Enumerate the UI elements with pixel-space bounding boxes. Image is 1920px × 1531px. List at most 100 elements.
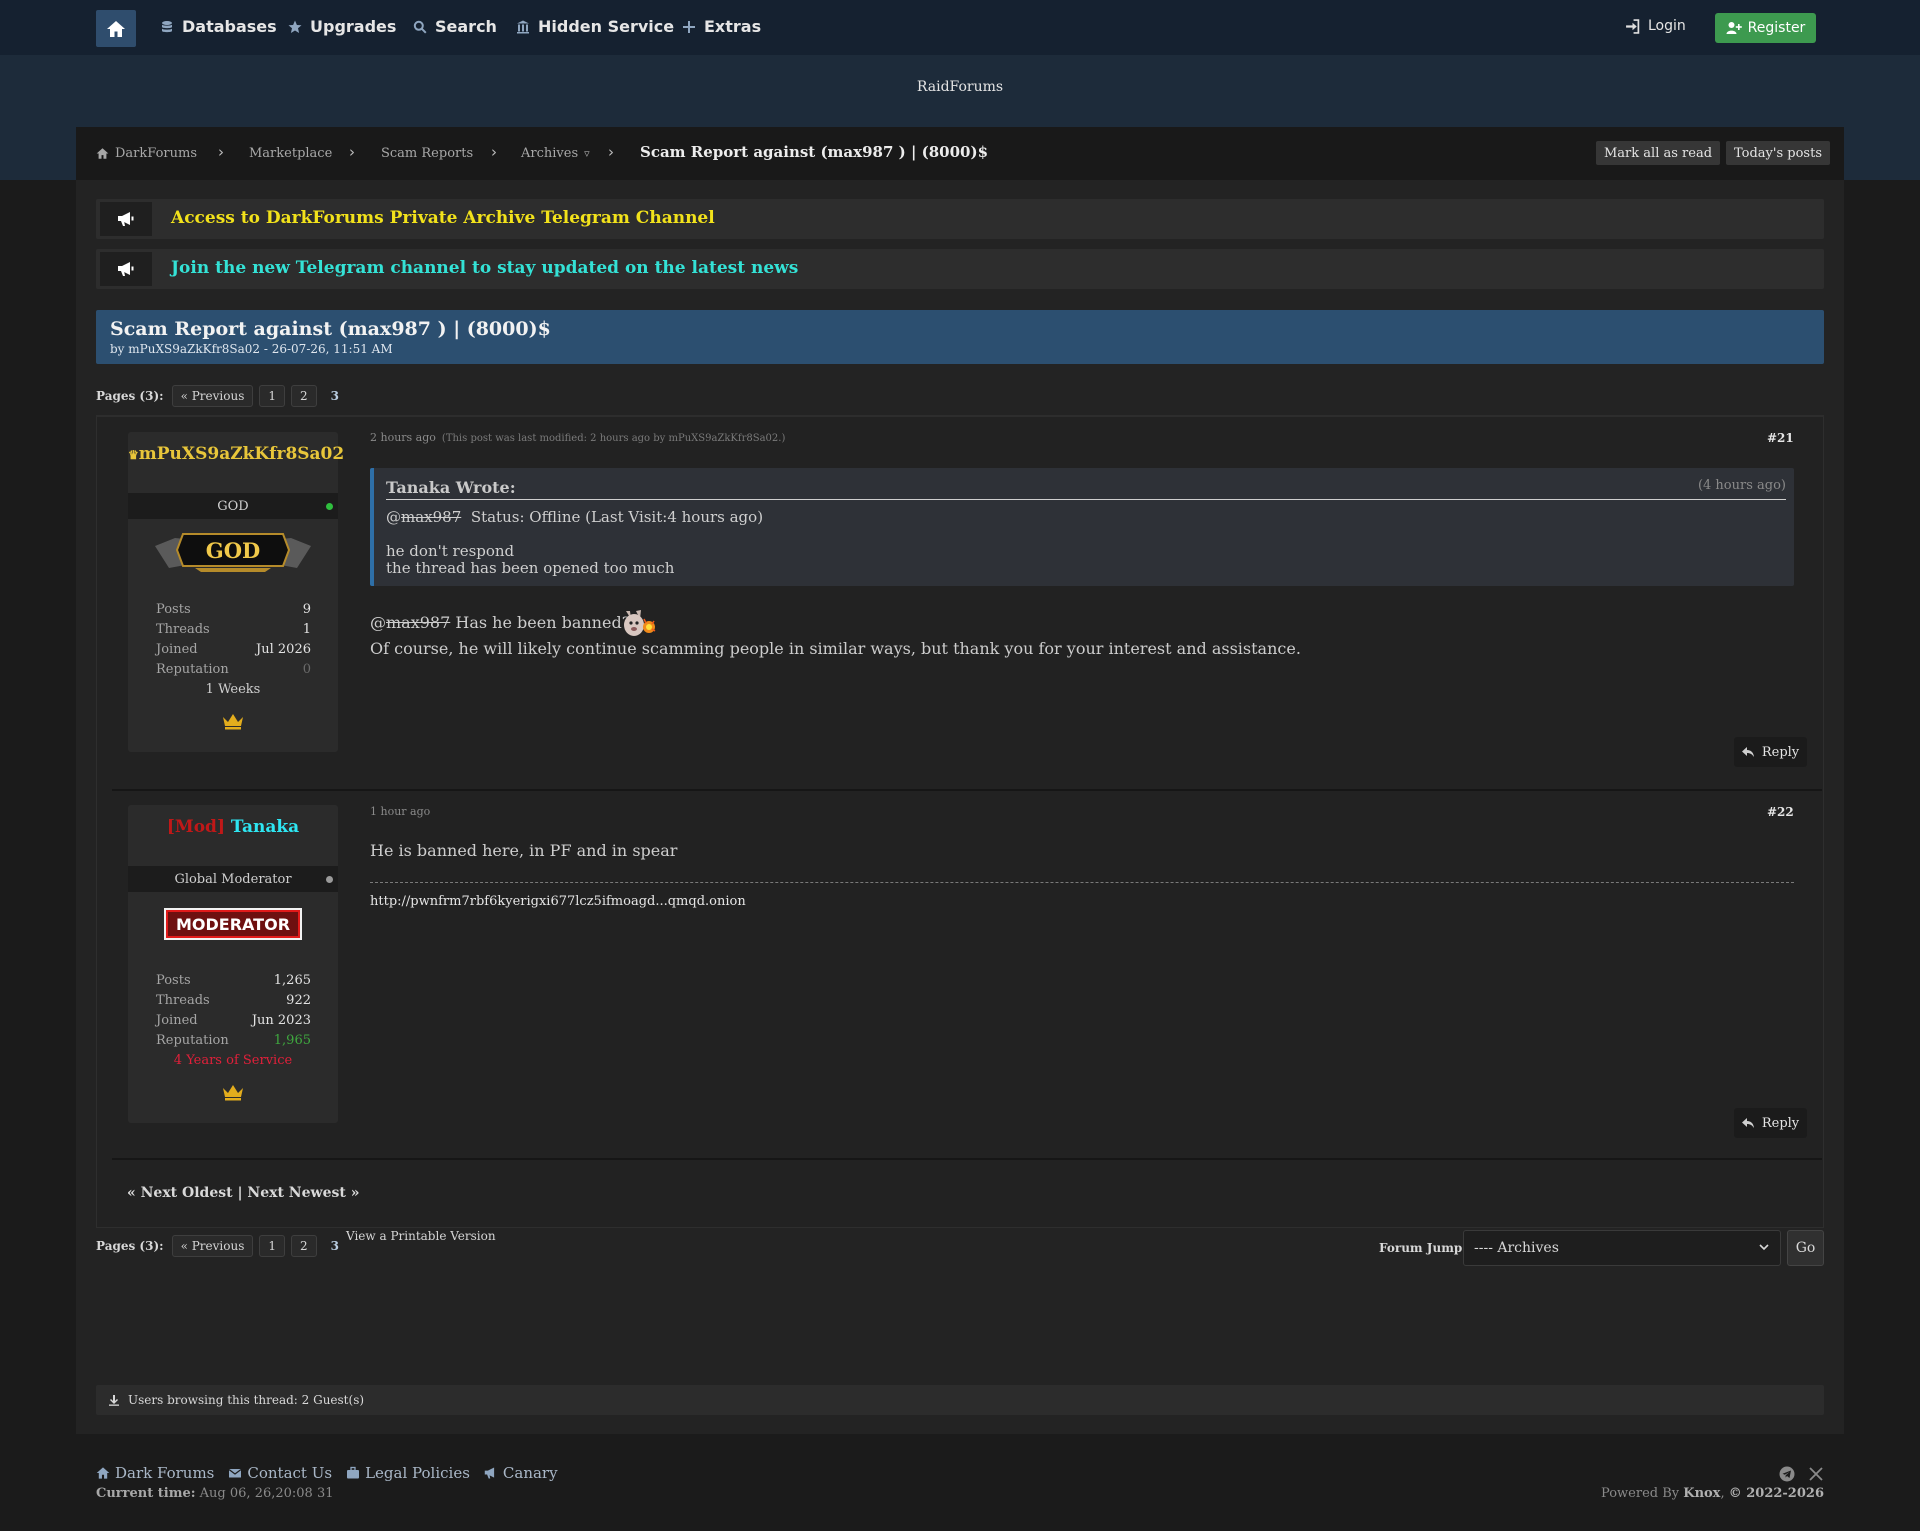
post-divider (112, 789, 1822, 791)
previous-page-button[interactable]: « Previous (171, 1235, 254, 1257)
database-icon (162, 20, 172, 32)
crown-icon: ♛ (128, 448, 139, 462)
signature-link[interactable]: http://pwnfrm7rbf6kyerigxi677lcz5ifmoagd… (370, 894, 746, 909)
home-icon (96, 1467, 110, 1479)
star-icon (288, 20, 302, 33)
thread-navigation-links[interactable]: « Next Oldest | Next Newest » (127, 1185, 359, 1201)
building-icon (517, 20, 529, 33)
top-navbar: Databases Upgrades Search Hidden Service… (0, 0, 1920, 55)
register-button[interactable]: Register (1715, 13, 1816, 43)
stat-threads: Threads 922 (156, 993, 311, 1008)
plus-icon (683, 20, 695, 33)
nav-hidden-service[interactable]: Hidden Service (516, 17, 674, 36)
author-tenure: 4 Years of Service (173, 1053, 293, 1068)
go-button[interactable]: Go (1787, 1230, 1824, 1266)
post-timestamp: 1 hour ago (370, 805, 431, 818)
page-2-button[interactable]: 2 (291, 385, 317, 407)
reply-button[interactable]: Reply (1734, 737, 1807, 767)
previous-page-button[interactable]: « Previous (171, 385, 254, 407)
nav-databases[interactable]: Databases (160, 17, 277, 36)
stat-threads: Threads 1 (156, 622, 311, 637)
quote-text-line: he don't respond (386, 542, 515, 560)
briefcase-icon (347, 1466, 360, 1479)
breadcrumb-item-darkforums[interactable]: DarkForums (96, 146, 197, 161)
mark-all-read-button[interactable]: Mark all as read (1596, 141, 1721, 165)
telegram-icon[interactable] (1779, 1466, 1795, 1482)
quote-author: Tanaka Wrote: (386, 478, 516, 497)
dropdown-caret-icon[interactable]: ▿ (584, 147, 590, 160)
quote-mention-line: @max987 Status: Offline (Last Visit:4 ho… (386, 508, 764, 526)
announcement-text[interactable]: Access to DarkForums Private Archive Tel… (171, 208, 715, 228)
x-twitter-icon[interactable] (1808, 1466, 1824, 1482)
author-username[interactable]: ♛mPuXS9aZkKfr8Sa02 (128, 444, 344, 464)
post-modified-note: (This post was last modified: 2 hours ag… (441, 433, 786, 444)
pagination-top: Pages (3): « Previous 1 2 3 (96, 385, 347, 407)
nav-extras[interactable]: Extras (682, 17, 761, 36)
reply-button[interactable]: Reply (1734, 1108, 1807, 1138)
login-link[interactable]: Login (1625, 18, 1686, 34)
footer-link-canary[interactable]: Canary (484, 1464, 558, 1482)
announcement-telegram-archive[interactable]: Access to DarkForums Private Archive Tel… (96, 199, 1824, 239)
envelope-icon (229, 1469, 242, 1478)
stat-joined: Joined Jul 2026 (156, 642, 311, 657)
breadcrumb-label: Archives (521, 146, 579, 161)
page-1-button[interactable]: 1 (259, 385, 286, 407)
quote-block: Tanaka Wrote: (4 hours ago) @max987 Stat… (370, 468, 1794, 586)
signature-divider (370, 882, 1794, 883)
current-time: Current time: Aug 06, 26,20:08 31 (96, 1486, 334, 1501)
chevron-right-icon: › (491, 143, 497, 161)
author-username[interactable]: [Mod] Tanaka (128, 817, 338, 837)
moderator-rank-badge: MODERATOR (164, 908, 302, 940)
page-3-current: 3 (330, 1239, 340, 1253)
footer-link-contact-us[interactable]: Contact Us (228, 1464, 332, 1482)
crown-icon (223, 1085, 243, 1101)
nav-upgrades[interactable]: Upgrades (288, 17, 396, 36)
rank-badge-text: GOD (206, 538, 260, 563)
author-profile-card: [Mod] Tanaka Global Moderator MODERATOR … (128, 805, 338, 1123)
page-3-current: 3 (330, 389, 340, 403)
mention-link[interactable]: max987 (401, 508, 461, 526)
nav-upgrades-label: Upgrades (310, 17, 397, 36)
nav-search[interactable]: Search (413, 17, 497, 36)
sign-in-icon (1626, 18, 1640, 34)
footer-link-legal-policies[interactable]: Legal Policies (346, 1464, 470, 1482)
thread-title: Scam Report against (max987 ) | (8000)$ (110, 318, 551, 340)
page-2-button[interactable]: 2 (291, 1235, 317, 1257)
page-1-button[interactable]: 1 (259, 1235, 286, 1257)
forum-jump-selected: ---- Archives (1474, 1240, 1559, 1256)
breadcrumb-label: DarkForums (115, 146, 197, 161)
breadcrumb-item-marketplace[interactable]: Marketplace (249, 146, 332, 161)
quote-time: (4 hours ago) (1697, 478, 1786, 493)
author-profile-card: ♛mPuXS9aZkKfr8Sa02 GOD GOD Posts 9 Thread… (128, 432, 344, 752)
breadcrumb-item-scam-reports[interactable]: Scam Reports (381, 146, 473, 161)
breadcrumb-current: Scam Report against (max987 ) | (8000)$ (640, 143, 989, 161)
users-browsing-text: Users browsing this thread: 2 Guest(s) (128, 1393, 365, 1407)
mention-link[interactable]: max987 (386, 613, 450, 632)
forum-jump-select[interactable]: ---- Archives (1463, 1230, 1781, 1266)
rank-badge-text: MODERATOR (176, 915, 290, 934)
powered-by-link[interactable]: Knox (1683, 1486, 1720, 1501)
pagination-bottom: Pages (3): « Previous 1 2 3 (96, 1235, 347, 1257)
pagination-label: Pages (3): (96, 389, 164, 403)
announcement-telegram-news[interactable]: Join the new Telegram channel to stay up… (96, 249, 1824, 289)
online-status-icon (326, 503, 333, 510)
reply-label: Reply (1761, 744, 1800, 760)
post-number[interactable]: #21 (1767, 431, 1794, 445)
post-number[interactable]: #22 (1767, 805, 1794, 819)
chevron-right-icon: › (349, 143, 355, 161)
footer-link-dark-forums[interactable]: Dark Forums (96, 1464, 214, 1482)
reply-icon (1741, 1118, 1754, 1128)
breadcrumb-item-archives[interactable]: Archives ▿ (521, 146, 590, 161)
author-tenure: 1 Weeks (205, 682, 261, 697)
stat-reputation: Reputation 1,965 (156, 1033, 311, 1048)
mod-prefix: [Mod] (166, 817, 225, 837)
pagination-label: Pages (3): (96, 1239, 164, 1253)
announcement-text[interactable]: Join the new Telegram channel to stay up… (171, 258, 798, 278)
printable-version-link[interactable]: View a Printable Version (346, 1229, 496, 1243)
todays-posts-button[interactable]: Today's posts (1726, 141, 1830, 165)
stat-reputation: Reputation 0 (156, 662, 311, 677)
megaphone-icon (100, 252, 152, 286)
home-button[interactable] (96, 10, 136, 47)
nav-hidden-service-label: Hidden Service (538, 17, 675, 36)
megaphone-icon (484, 1467, 495, 1479)
